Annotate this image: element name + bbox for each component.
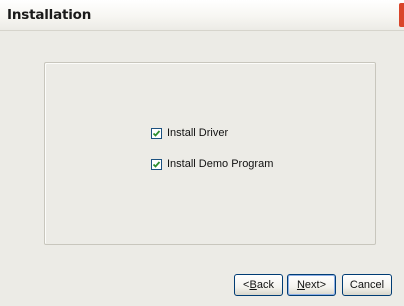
next-button-rest: ext> — [304, 279, 327, 291]
window-title: Installation — [7, 7, 92, 23]
back-button-mnemonic: B — [249, 279, 257, 291]
install-demo-label: Install Demo Program — [167, 158, 274, 170]
checkmark-icon — [152, 160, 161, 168]
back-button[interactable]: < Back — [234, 274, 283, 296]
next-button-mnemonic: N — [296, 279, 305, 291]
back-button-rest: ack — [256, 279, 274, 291]
options-panel: Install Driver Install Demo Program — [44, 62, 376, 245]
close-icon[interactable] — [399, 3, 404, 27]
install-demo-checkbox[interactable] — [151, 158, 162, 170]
checkmark-icon — [152, 129, 161, 137]
dialog-body: Install Driver Install Demo Program < Bac… — [0, 31, 404, 306]
next-button[interactable]: Next> — [287, 274, 336, 296]
cancel-button[interactable]: Cancel — [342, 274, 392, 296]
install-driver-checkbox[interactable] — [151, 127, 162, 139]
title-bar[interactable]: Installation — [0, 0, 404, 31]
installer-window: Installation Install Driver Install Demo… — [0, 0, 404, 306]
install-driver-option[interactable]: Install Driver — [151, 126, 228, 140]
install-driver-label: Install Driver — [167, 127, 229, 139]
install-demo-option[interactable]: Install Demo Program — [151, 157, 273, 171]
